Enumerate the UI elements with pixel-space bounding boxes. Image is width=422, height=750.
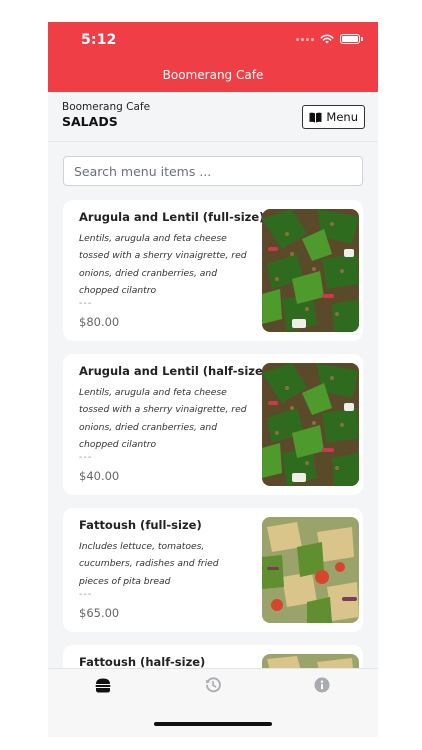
item-description: Lentils, arugula and feta cheese tossed … — [79, 387, 247, 450]
item-price: $40.00 — [79, 469, 120, 483]
signal-icon — [296, 37, 314, 41]
item-separator: --- — [79, 298, 93, 309]
category-title: SALADS — [62, 114, 118, 129]
item-price: $65.00 — [79, 606, 120, 620]
menu-button[interactable]: Menu — [302, 105, 365, 129]
item-description: Lentils, arugula and feta cheese tossed … — [79, 233, 247, 296]
app-header: 5:12 Boomerang Cafe — [48, 22, 378, 92]
home-indicator[interactable] — [154, 722, 272, 726]
lentil-salad-image — [262, 209, 359, 332]
burger-icon — [95, 678, 111, 692]
menu-item-card[interactable]: Arugula and Lentil (full-size) Lentils, … — [63, 200, 363, 341]
status-time: 5:12 — [81, 32, 117, 48]
app-screen: 5:12 Boomerang Cafe Boomerang Cafe SALAD… — [48, 22, 378, 737]
item-name: Arugula and Lentil (half-size) — [79, 364, 269, 378]
tab-menu[interactable] — [93, 675, 113, 695]
item-name: Fattoush (half-size) — [79, 655, 206, 669]
book-icon — [309, 112, 322, 122]
item-separator: --- — [79, 452, 93, 463]
menu-item-card[interactable]: Fattoush (full-size) Includes lettuce, t… — [63, 508, 363, 632]
lentil-salad-image — [262, 363, 359, 486]
app-title: Boomerang Cafe — [162, 68, 264, 82]
status-icons — [296, 34, 363, 44]
menu-button-label: Menu — [326, 110, 358, 124]
search-input[interactable] — [63, 156, 363, 186]
history-icon — [206, 677, 221, 693]
item-description: Includes lettuce, tomatoes, cucumbers, r… — [79, 541, 219, 587]
item-price: $80.00 — [79, 315, 120, 329]
item-name: Fattoush (full-size) — [79, 518, 202, 532]
info-icon — [314, 677, 330, 693]
item-separator: --- — [79, 589, 93, 600]
battery-icon — [340, 34, 363, 44]
menu-item-card[interactable]: Arugula and Lentil (half-size) Lentils, … — [63, 354, 363, 495]
tab-info[interactable] — [312, 675, 332, 695]
fattoush-salad-image — [262, 517, 359, 623]
cafe-name: Boomerang Cafe — [62, 101, 151, 113]
item-name: Arugula and Lentil (full-size) — [79, 210, 265, 224]
wifi-icon — [320, 34, 334, 44]
section-header: Boomerang Cafe SALADS Menu — [48, 92, 378, 142]
tab-history[interactable] — [203, 675, 223, 695]
tab-bar — [48, 668, 378, 737]
